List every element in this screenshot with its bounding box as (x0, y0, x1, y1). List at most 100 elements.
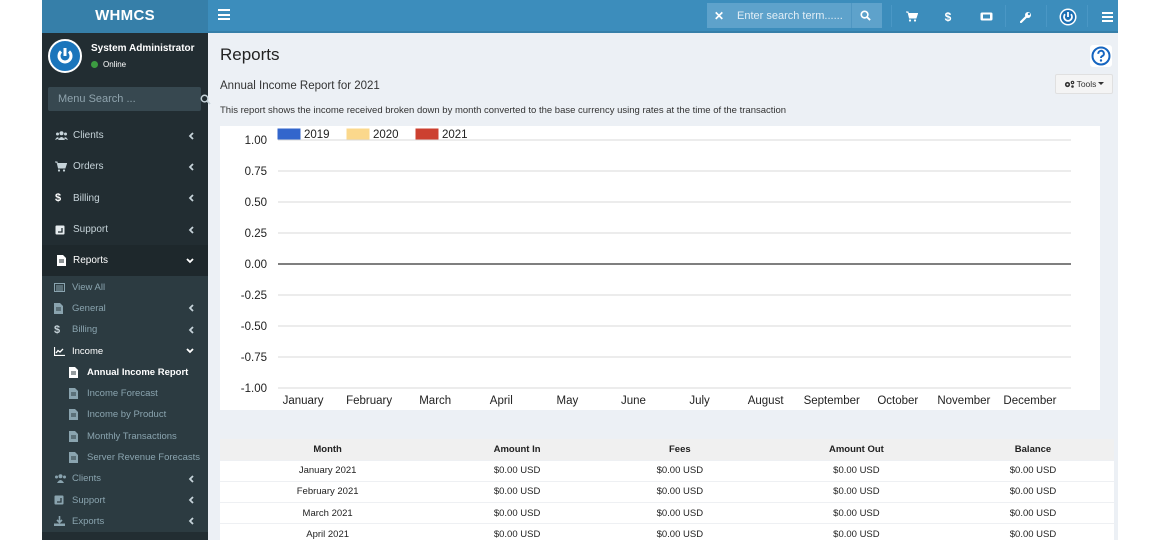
hamburger-icon (1101, 11, 1113, 22)
global-search: ✕ (707, 3, 882, 28)
income-item-annual-income-report[interactable]: Annual Income Report (42, 362, 208, 383)
file-icon (69, 366, 78, 378)
submenu-item-billing[interactable]: $ Billing (42, 319, 208, 340)
chevron-left-icon (188, 517, 194, 526)
wrench-icon (1020, 11, 1031, 23)
table-row: January 2021 $0.00 USD $0.00 USD $0.00 USD $… (220, 459, 1114, 482)
x-tick-label: September (804, 395, 860, 407)
file-icon (57, 255, 66, 267)
brand-logo[interactable]: WHMCS (42, 0, 208, 33)
main-content: Reports Annual Income Report for 2021 To… (208, 35, 1118, 540)
legend-label: 2021 (442, 129, 468, 141)
submenu-item-general[interactable]: General (42, 298, 208, 319)
table-cell: $0.00 USD (760, 459, 953, 482)
column-header: Balance (952, 439, 1114, 460)
table-body: January 2021 $0.00 USD $0.00 USD $0.00 USD $… (220, 459, 1114, 540)
chevron-down-icon (186, 258, 194, 264)
ticket-icon (980, 12, 992, 21)
support-icon (55, 225, 65, 235)
help-button[interactable] (1090, 45, 1112, 67)
sidebar-item-clients[interactable]: Clients (42, 120, 208, 151)
table-cell: $0.00 USD (435, 459, 599, 482)
menu-search-input[interactable] (48, 93, 200, 105)
list-icon (54, 282, 65, 292)
sidebar-item-label: Support (73, 224, 109, 236)
table-cell: January 2021 (220, 459, 436, 482)
submenu-item-label: Exports (72, 515, 105, 527)
table-cell: $0.00 USD (760, 523, 953, 540)
help-icon (1090, 45, 1112, 67)
setup-button[interactable] (1009, 0, 1043, 33)
chevron-left-icon (188, 225, 194, 234)
submenu-item-support[interactable]: Support (42, 489, 208, 510)
chevron-left-icon (188, 475, 194, 483)
power-icon (57, 48, 73, 64)
submenu-item-view-all[interactable]: View All (42, 276, 208, 297)
income-item-server-revenue-forecasts[interactable]: Server Revenue Forecasts (42, 447, 208, 468)
menu-toggle-icon[interactable] (218, 9, 230, 23)
divider (1005, 5, 1006, 27)
income-item-monthly-transactions[interactable]: Monthly Transactions (42, 426, 208, 447)
income-table: Month Amount In Fees Amount Out Balance Janu… (220, 439, 1114, 540)
chevron-left-icon (188, 496, 194, 504)
y-tick-label: 1.00 (245, 135, 267, 147)
table-cell: March 2021 (220, 502, 436, 524)
submenu-item-label: Income Forecast (87, 388, 158, 400)
divider (891, 5, 892, 27)
right-sidebar-toggle[interactable] (1090, 0, 1118, 33)
submenu-item-clients[interactable]: Clients (42, 468, 208, 489)
y-tick-label: 0.50 (245, 197, 267, 209)
y-tick-label: 0.00 (245, 259, 267, 271)
support-tickets-button[interactable] (969, 0, 1003, 33)
avatar[interactable] (48, 39, 82, 73)
clear-search-icon[interactable]: ✕ (707, 9, 731, 23)
sidebar-item-billing[interactable]: $ Billing (42, 183, 208, 214)
table-cell: $0.00 USD (435, 502, 599, 524)
sidebar-item-orders[interactable]: Orders (42, 151, 208, 182)
divider (1046, 5, 1047, 27)
top-navbar: WHMCS ✕ $ (42, 0, 1118, 33)
tools-label: Tools (1076, 79, 1097, 89)
sidebar-item-support[interactable]: Support (42, 214, 208, 245)
submenu-item-label: Clients (72, 473, 102, 485)
table-cell: $0.00 USD (598, 502, 761, 524)
y-tick-label: -0.25 (241, 290, 267, 302)
table-cell: $0.00 USD (760, 480, 953, 503)
legend-label: 2019 (304, 129, 330, 141)
submenu-item-label: Billing (72, 324, 98, 336)
global-search-input[interactable] (731, 3, 851, 28)
support-icon (54, 495, 64, 505)
status-text: Online (103, 60, 127, 69)
submenu-item-exports[interactable]: Exports (42, 511, 208, 532)
chevron-left-icon (188, 132, 194, 140)
income-item-income-by-product[interactable]: Income by Product (42, 404, 208, 425)
cart-button[interactable] (895, 0, 929, 33)
billing-button[interactable]: $ (931, 0, 965, 33)
table-row: February 2021 $0.00 USD $0.00 USD $0.00 USD… (220, 480, 1114, 503)
legend-label: 2020 (373, 129, 399, 141)
users-icon (55, 131, 68, 141)
file-icon (69, 409, 78, 421)
legend-swatch-2021 (415, 128, 439, 140)
table-row: April 2021 $0.00 USD $0.00 USD $0.00 USD $0.… (220, 523, 1114, 540)
sidebar-item-reports[interactable]: Reports (42, 245, 208, 277)
tools-dropdown[interactable]: Tools (1055, 74, 1113, 94)
y-tick-label: -0.50 (241, 321, 267, 333)
submenu-item-label: General (72, 302, 106, 314)
income-table-wrapper: Month Amount In Fees Amount Out Balance Janu… (220, 439, 1114, 540)
search-button[interactable] (851, 3, 879, 28)
chevron-down-icon (186, 348, 194, 354)
power-icon (1059, 8, 1077, 25)
x-tick-label: November (937, 395, 990, 407)
account-button[interactable] (1051, 0, 1085, 33)
sidebar: System Administrator Online Clients Orde… (42, 33, 211, 540)
x-tick-label: July (689, 395, 710, 407)
chevron-left-icon (188, 326, 194, 334)
income-item-income-forecast[interactable]: Income Forecast (42, 383, 208, 404)
x-tick-label: May (557, 395, 579, 407)
table-cell: $0.00 USD (598, 480, 761, 503)
dollar-icon: $ (54, 323, 61, 336)
submenu-item-income[interactable]: Income (42, 340, 208, 361)
table-row: March 2021 $0.00 USD $0.00 USD $0.00 USD $0.… (220, 502, 1114, 524)
sidebar-item-label: Billing (73, 192, 100, 204)
